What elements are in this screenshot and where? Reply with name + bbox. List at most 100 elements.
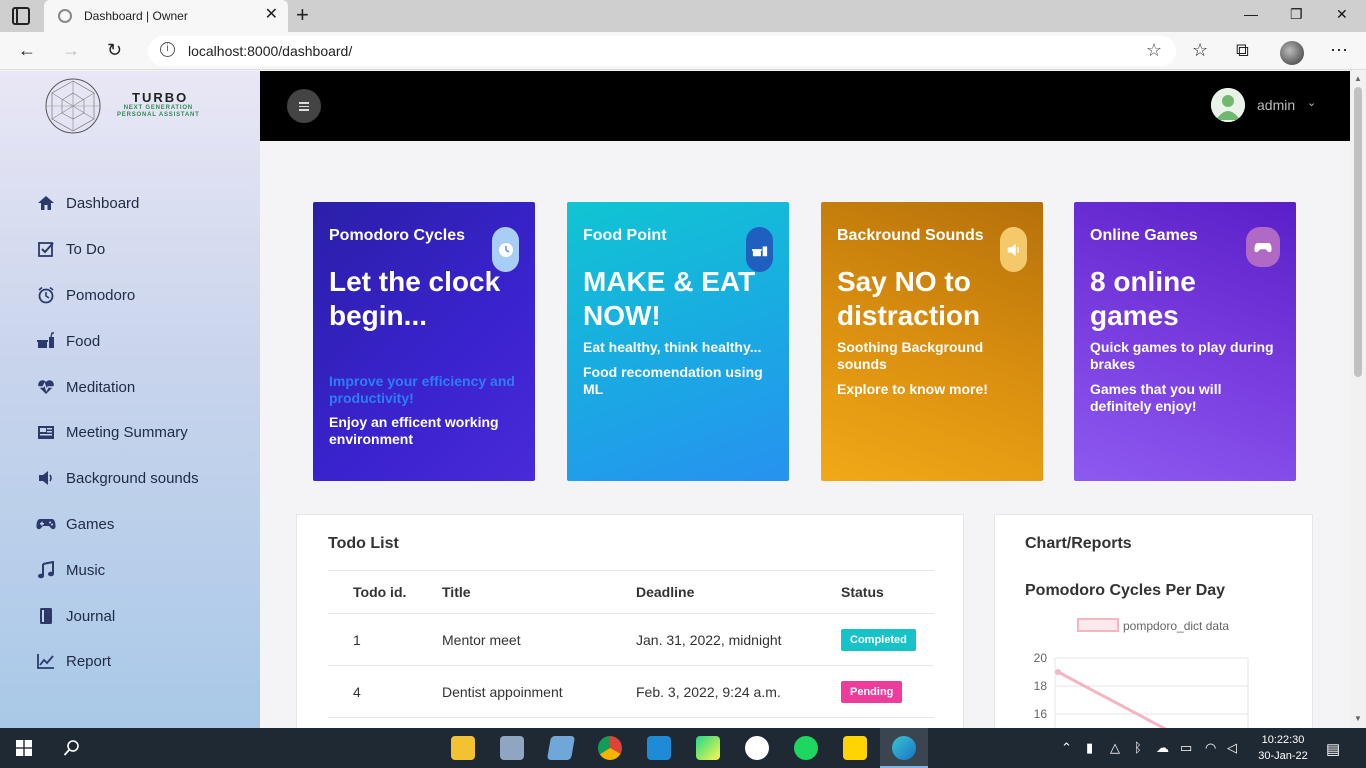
sidebar-item-label: Pomodoro xyxy=(66,286,136,304)
sidebar-item-label: Games xyxy=(66,515,115,533)
legend-label: pompdoro_dict data xyxy=(1123,619,1229,633)
refresh-icon[interactable]: ↻ xyxy=(107,40,122,60)
chevron-up-icon[interactable]: ⌃ xyxy=(1061,740,1072,756)
avatar[interactable] xyxy=(1211,88,1245,122)
data-point xyxy=(1055,669,1061,675)
sidebar-item-todo[interactable]: To Do xyxy=(36,236,105,262)
add-favorite-icon[interactable]: ☆ xyxy=(1146,40,1162,61)
card-pomodoro[interactable]: Pomodoro Cycles Let the clock begin... I… xyxy=(313,202,535,481)
browser-tab[interactable]: Dashboard | Owner ✕ xyxy=(44,0,288,32)
app-viewport: TURBO NEXT GENERATION PERSONAL ASSISTANT… xyxy=(0,71,1350,728)
sidebar-item-dashboard[interactable]: Dashboard xyxy=(36,190,139,216)
wifi-icon[interactable]: ◠ xyxy=(1205,740,1216,756)
sidebar-item-report[interactable]: Report xyxy=(36,648,111,674)
chart-title: Pomodoro Cycles Per Day xyxy=(1025,582,1226,599)
maximize-icon[interactable]: ❐ xyxy=(1290,6,1303,23)
search-icon[interactable] xyxy=(63,739,81,757)
chrome-icon[interactable] xyxy=(598,736,622,760)
card-food[interactable]: Food Point MAKE & EAT NOW! Eat healthy, … xyxy=(567,202,789,481)
tab-close-icon[interactable]: ✕ xyxy=(265,7,278,23)
column-header: Deadline xyxy=(636,570,841,614)
card-title: Let the clock begin... xyxy=(329,266,501,331)
sidebar-item-games[interactable]: Games xyxy=(36,511,114,537)
table-row[interactable]: 4 Dentist appoinment Feb. 3, 2022, 9:24 … xyxy=(328,665,934,718)
card-description: Food recomendation using ML xyxy=(583,364,763,397)
battery-icon[interactable]: ▭ xyxy=(1180,740,1192,756)
windows-start-icon[interactable] xyxy=(16,740,32,756)
chart-panel-title: Chart/Reports xyxy=(1025,535,1132,552)
home-icon xyxy=(36,193,56,213)
site-info-icon[interactable]: i xyxy=(160,42,175,57)
notes-app-icon[interactable] xyxy=(546,736,576,760)
menu-toggle-icon[interactable] xyxy=(287,89,321,123)
pycharm-icon[interactable] xyxy=(696,736,720,760)
scroll-up-icon[interactable]: ▲ xyxy=(1354,74,1362,83)
sidebar-item-label: Background sounds xyxy=(66,469,199,487)
todo-title: Todo List xyxy=(328,535,399,552)
bluetooth-icon[interactable]: ᛒ xyxy=(1134,740,1142,755)
browser-titlebar: Dashboard | Owner ✕ + — ❐ ✕ xyxy=(0,0,1366,32)
google-drive-icon[interactable]: △ xyxy=(1110,740,1120,756)
url-text[interactable]: localhost:8000/dashboard/ xyxy=(188,43,352,59)
onedrive-icon[interactable]: ☁ xyxy=(1156,740,1169,756)
sidebar-item-label: Meeting Summary xyxy=(66,423,188,441)
sidebar-item-label: Food xyxy=(66,332,101,350)
taskbar-active-app[interactable] xyxy=(880,728,928,768)
scroll-down-icon[interactable]: ▼ xyxy=(1354,714,1362,723)
sidebar-item-meeting-summary[interactable]: Meeting Summary xyxy=(36,419,188,445)
heartbeat-icon xyxy=(36,377,56,397)
photos-icon[interactable] xyxy=(500,736,524,760)
minimize-icon[interactable]: — xyxy=(1244,6,1258,22)
page-scrollbar[interactable]: ▲ ▼ xyxy=(1350,71,1366,728)
sidebar-item-label: To Do xyxy=(66,240,106,258)
column-header: Status xyxy=(841,570,934,614)
collections-icon[interactable]: ⧉ xyxy=(1236,40,1249,61)
sidebar-item-background-sounds[interactable]: Background sounds xyxy=(36,465,199,491)
url-field[interactable]: i localhost:8000/dashboard/ ☆ xyxy=(148,36,1176,66)
legend-swatch xyxy=(1077,618,1119,632)
sidebar-item-pomodoro[interactable]: Pomodoro xyxy=(36,282,135,308)
status-badge: Completed xyxy=(841,628,916,651)
sidebar-item-journal[interactable]: Journal xyxy=(36,603,115,629)
card-subtitle: Eat healthy, think healthy... xyxy=(583,339,762,355)
sticky-notes-icon[interactable] xyxy=(843,736,867,760)
card-heading: Pomodoro Cycles xyxy=(329,227,466,244)
window-close-icon[interactable]: ✕ xyxy=(1336,6,1348,23)
sidebar-item-label: Meditation xyxy=(66,378,136,396)
forward-icon[interactable]: → xyxy=(62,40,80,60)
profile-avatar-icon[interactable] xyxy=(1280,41,1304,65)
table-header-row: Todo id. Title Deadline Status xyxy=(328,570,934,614)
chevron-down-icon[interactable]: ⌄ xyxy=(1307,96,1316,109)
card-subtitle: Improve your efficiency and productivity… xyxy=(329,373,515,406)
table-row[interactable]: 1 Mentor meet Jan. 31, 2022, midnight Co… xyxy=(328,613,934,666)
todo-panel: Todo List Todo id. Title Deadline Status… xyxy=(296,514,964,728)
more-menu-icon[interactable]: ⋯ xyxy=(1330,40,1348,61)
file-explorer-icon[interactable] xyxy=(451,736,475,760)
microphone-icon[interactable]: ▮ xyxy=(1086,740,1093,756)
card-description: Games that you will definitely enjoy! xyxy=(1090,381,1222,414)
app-icon[interactable] xyxy=(745,736,769,760)
sidebar-item-label: Music xyxy=(66,561,106,579)
sidebar-item-music[interactable]: Music xyxy=(36,557,105,583)
sidebar-item-food[interactable]: Food xyxy=(36,328,100,354)
card-background-sounds[interactable]: Backround Sounds Say NO to distraction S… xyxy=(821,202,1043,481)
back-icon[interactable]: ← xyxy=(18,40,36,60)
brand-subtitle-line2: PERSONAL ASSISTANT xyxy=(117,112,200,118)
newspaper-icon xyxy=(36,422,56,442)
vscode-icon[interactable] xyxy=(647,736,671,760)
speaker-icon[interactable]: ◁ xyxy=(1227,740,1237,756)
favorites-icon[interactable]: ☆ xyxy=(1192,40,1208,61)
card-online-games[interactable]: Online Games 8 online games Quick games … xyxy=(1074,202,1296,481)
username[interactable]: admin xyxy=(1257,97,1295,113)
tab-actions-icon[interactable] xyxy=(12,7,30,25)
spotify-icon[interactable] xyxy=(794,736,818,760)
clock-time: 10:22:30 xyxy=(1261,734,1305,746)
scroll-thumb[interactable] xyxy=(1354,87,1362,377)
address-bar: ← → ↻ i localhost:8000/dashboard/ ☆ ☆ ⧉ … xyxy=(0,32,1366,70)
todo-deadline: Jan. 31, 2022, midnight xyxy=(636,613,841,666)
card-heading: Food Point xyxy=(583,227,667,244)
new-tab-icon[interactable]: + xyxy=(296,4,309,26)
notifications-icon[interactable]: ▤ xyxy=(1326,740,1340,758)
system-clock[interactable]: 10:22:30 30-Jan-22 xyxy=(1255,732,1311,764)
sidebar-item-meditation[interactable]: Meditation xyxy=(36,374,135,400)
